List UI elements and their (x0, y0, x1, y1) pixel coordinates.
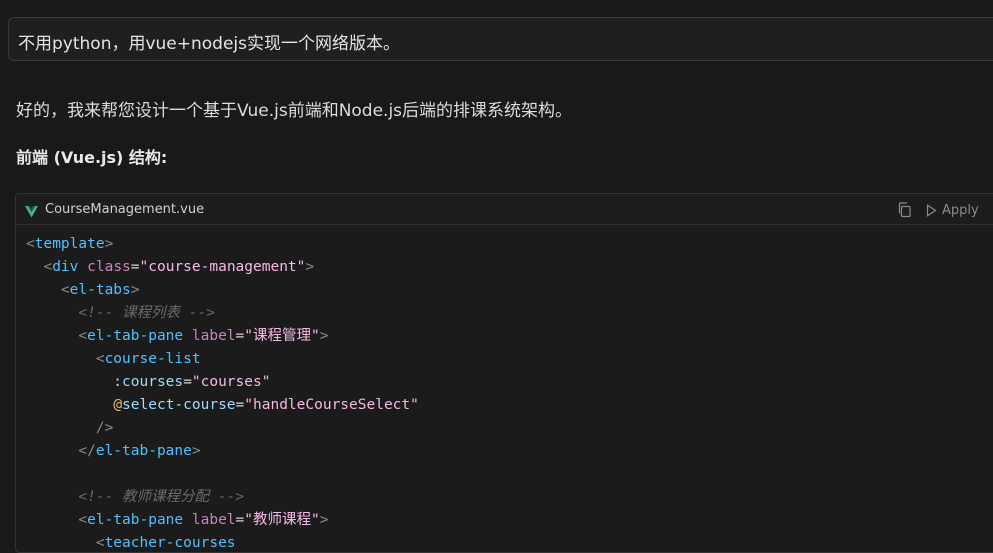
code-line: <course-list (26, 348, 419, 371)
code-line: <teacher-courses (26, 532, 419, 552)
code-token: < (26, 535, 105, 551)
code-token: "教师课程" (244, 512, 320, 528)
code-token: courses (122, 374, 184, 390)
code-token: select-course (122, 397, 236, 413)
code-token: = (130, 259, 140, 275)
code-content: <template> <div class="course-management… (26, 233, 419, 552)
code-token: < (26, 328, 88, 344)
code-token: > (104, 236, 114, 252)
code-token: "handleCourseSelect" (244, 397, 419, 413)
code-token: < (26, 282, 70, 298)
code-line: <div class="course-management"> (26, 256, 419, 279)
code-token: div (52, 259, 79, 275)
code-token: < (26, 512, 88, 528)
code-token: teacher-courses (104, 535, 236, 551)
code-token: </ (26, 443, 96, 459)
code-token: el-tabs (69, 282, 131, 298)
code-token: course-list (104, 351, 201, 367)
code-token: = (235, 328, 245, 344)
code-filename: CourseManagement.vue (45, 202, 205, 217)
code-token: : (26, 374, 123, 390)
code-line: <el-tab-pane label="教师课程"> (26, 509, 419, 532)
code-token: > (130, 282, 140, 298)
code-token: = (235, 397, 245, 413)
code-line: </el-tab-pane> (26, 440, 419, 463)
code-token: "课程管理" (244, 328, 320, 344)
code-token: "courses" (191, 374, 271, 390)
code-token: = (235, 512, 245, 528)
code-token: el-tab-pane (87, 512, 184, 528)
user-message-text: 不用python，用vue+nodejs实现一个网络版本。 (18, 34, 401, 54)
user-message-bubble: 不用python，用vue+nodejs实现一个网络版本。 (8, 17, 993, 61)
code-token: <!-- 课程列表 --> (26, 305, 215, 321)
code-token: el-tab-pane (87, 328, 184, 344)
code-token: = (183, 374, 192, 390)
code-block: CourseManagement.vue Apply <template> <d… (15, 193, 993, 553)
section-heading: 前端 (Vue.js) 结构: (16, 148, 168, 167)
code-token: @ (113, 397, 123, 413)
code-token: label (191, 328, 236, 344)
play-triangle-icon (926, 203, 937, 217)
code-token: class (87, 259, 131, 275)
code-token: > (191, 443, 201, 459)
code-line: :courses="courses" (26, 371, 419, 394)
code-line: <template> (26, 233, 419, 256)
code-token: > (319, 328, 329, 344)
vue-logo-icon (25, 203, 38, 222)
copy-icon[interactable] (897, 202, 912, 222)
code-line: @select-course="handleCourseSelect" (26, 394, 419, 417)
code-token: label (191, 512, 236, 528)
code-token: template (34, 236, 105, 252)
code-line: <!-- 课程列表 --> (26, 302, 419, 325)
code-line: /> (26, 417, 419, 440)
code-token: > (319, 512, 329, 528)
code-token: > (305, 259, 315, 275)
code-token: /> (26, 420, 114, 436)
code-line: <el-tabs> (26, 279, 419, 302)
code-token: "course-management" (139, 259, 306, 275)
code-line: <!-- 教师课程分配 --> (26, 486, 419, 509)
code-token: <!-- 教师课程分配 --> (26, 489, 244, 505)
code-token: < (26, 236, 35, 252)
apply-button[interactable]: Apply (926, 201, 979, 219)
assistant-intro-text: 好的，我来帮您设计一个基于Vue.js前端和Node.js后端的排课系统架构。 (16, 101, 573, 121)
code-line: <el-tab-pane label="课程管理"> (26, 325, 419, 348)
code-token: < (26, 351, 105, 367)
code-token: < (26, 259, 53, 275)
code-block-header: CourseManagement.vue Apply (16, 194, 993, 225)
apply-button-label: Apply (942, 202, 979, 218)
code-token: el-tab-pane (95, 443, 192, 459)
